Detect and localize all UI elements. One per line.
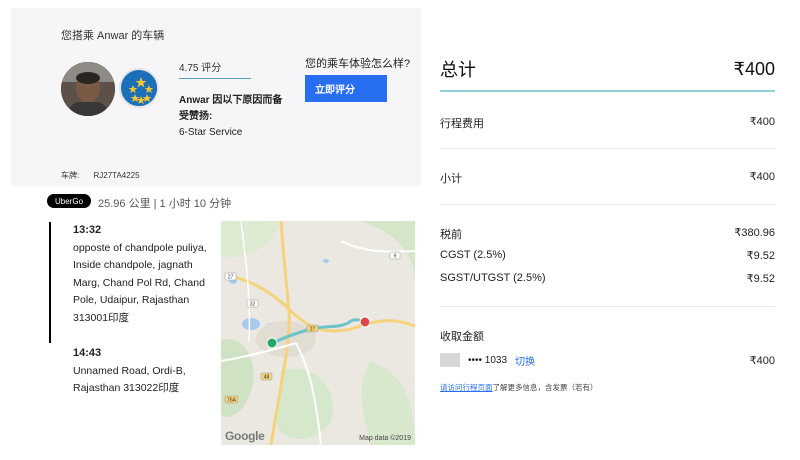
total-label: 总计 (440, 60, 476, 80)
fare-row: 行程费用 ₹400 (440, 115, 775, 131)
subtotal-label: 小计 (440, 173, 462, 185)
route-timeline (49, 222, 51, 343)
card-number: •••• 1033 (468, 354, 508, 366)
divider (440, 148, 775, 149)
svg-text:76A: 76A (227, 398, 237, 404)
sgst-label: SGST/UTGST (2.5%) (440, 272, 546, 284)
subtotal-row: 小计 ₹400 (440, 170, 775, 186)
dropoff-time: 14:43 (73, 347, 102, 359)
commend-reason: 6-Star Service (179, 127, 243, 138)
total-divider (440, 90, 775, 92)
plate-label: 车牌: (61, 171, 80, 180)
total-value: ₹400 (733, 58, 775, 79)
fare-value: ₹400 (749, 116, 775, 128)
license-plate: 车牌: RJ27TA4225 (61, 170, 152, 181)
map-canvas: 27 9 32 27 48 76A (221, 221, 415, 445)
payment-amount: ₹400 (749, 354, 775, 367)
fare-label: 行程费用 (440, 118, 484, 130)
svg-text:9: 9 (394, 254, 397, 260)
switch-payment-link[interactable]: 切换 (515, 353, 535, 368)
footnote: 请访问行程页面了解更多信息，含发票（若有） (440, 382, 598, 393)
svg-text:32: 32 (250, 302, 256, 308)
map-attribution: Map data ©2019 (359, 435, 411, 442)
total-row: 总计 ₹400 (440, 56, 775, 82)
divider (440, 204, 775, 205)
rate-now-button[interactable]: 立即评分 (305, 75, 387, 102)
commend-title: Anwar 因以下原因而备受赞扬: (179, 95, 283, 122)
card-icon (440, 353, 460, 367)
sgst-row: SGST/UTGST (2.5%) ₹9.52 (440, 272, 775, 285)
svg-text:27: 27 (310, 327, 316, 333)
sgst-value: ₹9.52 (746, 273, 775, 285)
google-logo: Google (225, 429, 265, 443)
cgst-value: ₹9.52 (746, 250, 775, 262)
trip-distance-duration: 25.96 公里 | 1 小时 10 分钟 (98, 198, 232, 210)
driver-rating: 4.75 评分 (179, 63, 222, 74)
route-map[interactable]: 27 9 32 27 48 76A Google Map data ©2019 (221, 221, 415, 445)
cgst-label: CGST (2.5%) (440, 249, 506, 261)
rating-divider (179, 78, 251, 79)
plate-value: RJ27TA4225 (93, 171, 140, 180)
cgst-row: CGST (2.5%) ₹9.52 (440, 249, 775, 262)
driver-card: 您搭乘 Anwar 的车辆 4.75 评分 Anwar 因以下原因而备受赞扬: … (11, 8, 421, 186)
footnote-text: 了解更多信息，含发票（若有） (492, 383, 598, 392)
dropoff-address: Unnamed Road, Ordi-B, Rajasthan 313022印度 (73, 364, 186, 395)
trip-page-link[interactable]: 请访问行程页面 (440, 383, 493, 392)
pickup-address: opposte of chandpole puliya, Inside chan… (73, 241, 207, 324)
pretax-row: 税前 ₹380.96 (440, 226, 775, 242)
experience-question: 您的乘车体验怎么样? (305, 58, 411, 70)
driver-avatar (61, 62, 115, 116)
subtotal-value: ₹400 (749, 171, 775, 183)
payment-method-row: •••• 1033 切换 ₹400 (440, 352, 775, 368)
svg-text:27: 27 (228, 275, 234, 281)
product-badge: UberGo (47, 194, 92, 208)
pretax-label: 税前 (440, 229, 462, 241)
divider (440, 306, 775, 307)
svg-text:48: 48 (264, 375, 270, 381)
driver-heading: 您搭乘 Anwar 的车辆 (61, 30, 165, 42)
pretax-value: ₹380.96 (734, 227, 775, 239)
pickup-stop: 13:32 opposte of chandpole puliya, Insid… (73, 222, 208, 327)
dropoff-stop: 14:43 Unnamed Road, Ordi-B, Rajasthan 31… (73, 345, 208, 398)
six-star-badge-icon (119, 68, 159, 108)
amount-charged-title: 收取金额 (440, 331, 484, 343)
pickup-time: 13:32 (73, 224, 102, 236)
